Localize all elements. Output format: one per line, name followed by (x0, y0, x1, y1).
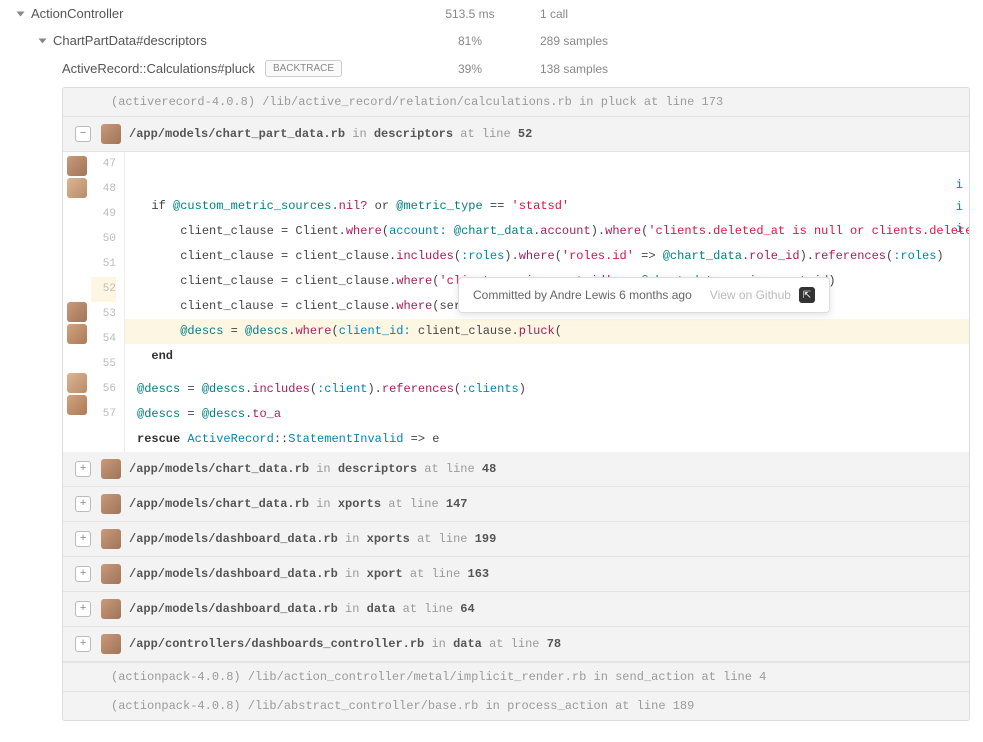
frame-method: pluck (601, 95, 637, 109)
frame-lib: (activerecord-4.0.8) (111, 95, 255, 109)
frame-line: 64 (460, 602, 474, 616)
avatar[interactable] (67, 156, 87, 176)
expand-button[interactable]: + (75, 566, 91, 582)
frame-row[interactable]: +/app/models/dashboard_data.rb in xport … (63, 557, 969, 592)
avatar (101, 529, 121, 549)
frame-line: 4 (759, 670, 766, 684)
frame-line: 147 (446, 497, 468, 511)
code-line[interactable]: client_clause = Client.where(account: @c… (125, 219, 969, 244)
code-line[interactable]: rescue ActiveRecord::StatementInvalid =>… (125, 427, 969, 452)
frame-path: /app/models/dashboard_data.rb (129, 532, 338, 546)
avatar (101, 459, 121, 479)
frame-path: /app/models/chart_part_data.rb (129, 127, 345, 141)
frame-row: (actionpack-4.0.8) /lib/action_controlle… (63, 662, 969, 691)
frame-line: 52 (518, 127, 532, 141)
avatar (101, 494, 121, 514)
avatar[interactable] (67, 395, 87, 415)
row-bar (590, 61, 690, 77)
chevron-down-icon[interactable] (17, 11, 25, 16)
frame-row: (activerecord-4.0.8) /lib/active_record/… (63, 88, 969, 117)
trace-row-actioncontroller[interactable]: ActionController 513.5 ms 1 call (0, 0, 983, 27)
kw-in: in (579, 95, 593, 109)
expand-button[interactable]: + (75, 461, 91, 477)
frame-row-open[interactable]: − /app/models/chart_part_data.rb in desc… (63, 117, 969, 152)
expand-button[interactable]: + (75, 496, 91, 512)
frame-lib: (actionpack-4.0.8) (111, 699, 241, 713)
row-bar (590, 6, 690, 22)
frame-row[interactable]: +/app/models/dashboard_data.rb in data a… (63, 592, 969, 627)
avatar[interactable] (67, 302, 87, 322)
frame-line: 189 (673, 699, 695, 713)
frame-path: /app/controllers/dashboards_controller.r… (129, 637, 424, 651)
code-line[interactable]: @descs = @descs.where(client_id: client_… (125, 319, 969, 344)
row-name: ActionController (31, 6, 124, 21)
backtrace-panel: (activerecord-4.0.8) /lib/active_record/… (62, 87, 970, 721)
frame-method: data (453, 637, 482, 651)
frame-path: /lib/active_record/relation/calculations… (262, 95, 572, 109)
frame-method: send_action (615, 670, 694, 684)
frame-line: 163 (468, 567, 490, 581)
code-line[interactable]: end (125, 344, 969, 369)
avatar[interactable] (67, 373, 87, 393)
blame-tooltip: Committed by Andre Lewis 6 months ago Vi… (458, 277, 830, 313)
code-block: 4748495051525354555657 if @custom_metric… (63, 152, 969, 452)
frame-lib: (actionpack-4.0.8) (111, 670, 241, 684)
frame-row[interactable]: +/app/models/chart_data.rb in descriptor… (63, 452, 969, 487)
frame-row[interactable]: + /app/controllers/dashboards_controller.… (63, 627, 969, 662)
view-on-github-link[interactable]: View on Github (710, 288, 791, 302)
frame-method: xports (338, 497, 381, 511)
frame-line: 78 (547, 637, 561, 651)
frame-row: (actionpack-4.0.8) /lib/abstract_control… (63, 691, 969, 720)
trace-row-pluck[interactable]: ActiveRecord::Calculations#pluck BACKTRA… (0, 54, 983, 83)
collapse-button[interactable]: − (75, 126, 91, 142)
row-bar (590, 33, 690, 49)
frame-method: xports (367, 532, 410, 546)
backtrace-button[interactable]: BACKTRACE (265, 60, 342, 77)
code-line[interactable]: if @custom_metric_sources.nil? or @metri… (125, 194, 969, 219)
frame-method: descriptors (338, 462, 417, 476)
frame-path: /lib/abstract_controller/base.rb (248, 699, 478, 713)
chevron-down-icon[interactable] (39, 38, 47, 43)
row-time: 513.5 ms (430, 7, 510, 21)
frame-method: data (367, 602, 396, 616)
code-line[interactable]: @descs = @descs.to_a (125, 402, 969, 427)
row-name: ChartPartData#descriptors (53, 33, 207, 48)
frame-method: descriptors (374, 127, 453, 141)
frame-path: /app/models/chart_data.rb (129, 497, 309, 511)
frame-line: 48 (482, 462, 496, 476)
github-icon[interactable]: ⇱ (799, 287, 815, 303)
code-line[interactable]: client_clause = client_clause.includes(:… (125, 244, 969, 269)
frame-row[interactable]: +/app/models/chart_data.rb in xports at … (63, 487, 969, 522)
code-line[interactable]: @descs = @descs.includes(:client).refere… (125, 377, 969, 402)
avatar (101, 599, 121, 619)
frame-path: /app/models/chart_data.rb (129, 462, 309, 476)
avatar (101, 564, 121, 584)
avatar (101, 634, 121, 654)
expand-button[interactable]: + (75, 601, 91, 617)
avatar[interactable] (67, 178, 87, 198)
kw-at: at line (644, 95, 694, 109)
expand-button[interactable]: + (75, 636, 91, 652)
tooltip-message: Committed by Andre Lewis 6 months ago (473, 288, 692, 302)
expand-button[interactable]: + (75, 531, 91, 547)
trace-row-chartpartdata[interactable]: ChartPartData#descriptors 81% 289 sample… (0, 27, 983, 54)
row-name: ActiveRecord::Calculations#pluck (62, 61, 255, 76)
line-numbers: 4748495051525354555657 (91, 152, 125, 452)
frame-row[interactable]: +/app/models/dashboard_data.rb in xports… (63, 522, 969, 557)
frame-method: xport (367, 567, 403, 581)
code-line[interactable] (125, 369, 969, 377)
frame-line: 173 (702, 95, 724, 109)
row-time: 39% (430, 62, 510, 76)
frame-path: /lib/action_controller/metal/implicit_re… (248, 670, 586, 684)
avatar[interactable] (67, 324, 87, 344)
frame-path: /app/models/dashboard_data.rb (129, 567, 338, 581)
frame-path: /app/models/dashboard_data.rb (129, 602, 338, 616)
frame-method: process_action (507, 699, 608, 713)
avatar (101, 124, 121, 144)
scroll-indicator: iii (956, 178, 963, 236)
blame-avatars (63, 152, 91, 452)
frame-line: 199 (475, 532, 497, 546)
row-time: 81% (430, 34, 510, 48)
